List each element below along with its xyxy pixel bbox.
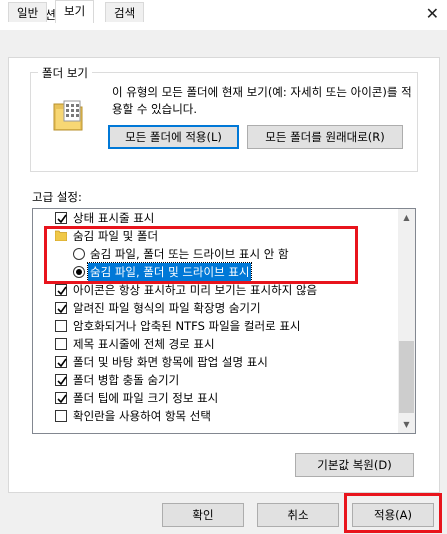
highlight-annotation [44, 226, 358, 284]
folder-views-description: 이 유형의 모든 폴더에 현재 보기(예: 자세히 또는 아이콘)를 적용할 수… [112, 85, 412, 116]
ok-button[interactable]: 확인 [162, 503, 244, 527]
checkmark-icon [57, 286, 67, 296]
checkmark-icon [57, 394, 67, 404]
scroll-down-icon[interactable]: ▼ [398, 416, 415, 433]
list-item-label: 폴더 및 바탕 화면 항목에 팝업 설명 표시 [73, 355, 268, 369]
list-item-label: 암호화되거나 압축된 NTFS 파일을 컬러로 표시 [73, 319, 301, 333]
advanced-settings-label: 고급 설정: [32, 190, 82, 204]
list-item[interactable]: 폴더 팁에 파일 크기 정보 표시 [33, 389, 399, 407]
checkbox[interactable] [55, 410, 67, 422]
tab-general[interactable]: 일반 [8, 2, 48, 22]
apply-to-folders-button[interactable]: 모든 폴더에 적용(L) [108, 125, 239, 149]
scroll-up-icon[interactable]: ▲ [398, 209, 415, 226]
list-item[interactable]: 폴더 및 바탕 화면 항목에 팝업 설명 표시 [33, 353, 399, 371]
checkbox[interactable] [55, 392, 67, 404]
list-item[interactable]: 확인란을 사용하여 항목 선택 [33, 407, 399, 425]
checkbox[interactable] [55, 302, 67, 314]
list-item-label: 알려진 파일 형식의 파일 확장명 숨기기 [73, 301, 261, 315]
checkbox[interactable] [55, 284, 67, 296]
highlight-annotation [344, 493, 442, 533]
scroll-thumb[interactable] [399, 341, 414, 413]
list-item[interactable]: 제목 표시줄에 전체 경로 표시 [33, 335, 399, 353]
tab-view[interactable]: 보기 [55, 0, 95, 23]
reset-folders-button[interactable]: 모든 폴더를 원래대로(R) [247, 125, 403, 149]
list-item-label: 폴더 팁에 파일 크기 정보 표시 [73, 391, 219, 405]
tab-view-label: 보기 [64, 4, 86, 18]
tab-search-label: 검색 [114, 6, 136, 20]
checkmark-icon [57, 358, 67, 368]
folder-view-icon [53, 100, 83, 131]
restore-defaults-button[interactable]: 기본값 복원(D) [295, 453, 414, 477]
checkmark-icon [57, 376, 67, 386]
folder-views-label: 폴더 보기 [38, 65, 92, 81]
list-item[interactable]: 알려진 파일 형식의 파일 확장명 숨기기 [33, 299, 399, 317]
scrollbar[interactable]: ▲ ▼ [398, 209, 415, 433]
tab-general-label: 일반 [17, 6, 39, 20]
list-item[interactable]: 폴더 병합 충돌 숨기기 [33, 371, 399, 389]
checkbox[interactable] [55, 338, 67, 350]
checkmark-icon [57, 214, 67, 224]
checkmark-icon [57, 304, 67, 314]
cancel-button[interactable]: 취소 [257, 503, 339, 527]
checkbox[interactable] [55, 374, 67, 386]
list-item[interactable]: 상태 표시줄 표시 [33, 209, 399, 227]
list-item-label: 상태 표시줄 표시 [73, 211, 155, 225]
tab-search[interactable]: 검색 [105, 2, 145, 22]
list-item-label: 폴더 병합 충돌 숨기기 [73, 373, 180, 387]
close-icon[interactable]: ✕ [426, 4, 439, 23]
checkbox[interactable] [55, 212, 67, 224]
checkbox[interactable] [55, 320, 67, 332]
list-item[interactable]: 암호화되거나 압축된 NTFS 파일을 컬러로 표시 [33, 317, 399, 335]
list-item-label: 확인란을 사용하여 항목 선택 [73, 409, 211, 423]
checkbox[interactable] [55, 356, 67, 368]
list-item-label: 제목 표시줄에 전체 경로 표시 [73, 337, 215, 351]
